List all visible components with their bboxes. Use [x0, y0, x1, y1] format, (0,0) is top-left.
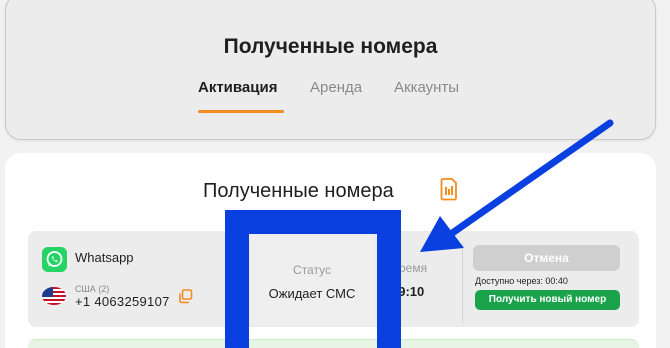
number-row: Whatsapp США (2) +1 4063259107 Статус Ож…	[28, 231, 639, 327]
sim-card-icon[interactable]	[437, 177, 459, 201]
time-value: 19:10	[391, 284, 425, 299]
time-label: Время	[391, 261, 428, 275]
divider	[462, 243, 463, 323]
tab-accounts[interactable]: Аккаунты	[394, 79, 459, 96]
cancel-button[interactable]: Отмена	[473, 245, 620, 271]
us-flag-icon	[42, 287, 66, 305]
tab-rent[interactable]: Аренда	[310, 79, 362, 96]
status-column: Статус Ожидает СМС	[250, 233, 374, 325]
country-label: США (2)	[75, 284, 110, 294]
tab-activation[interactable]: Активация	[198, 79, 277, 96]
status-value: Ожидает СМС	[268, 286, 356, 301]
phone-number[interactable]: +1 4063259107	[75, 294, 170, 309]
active-tab-indicator	[198, 110, 284, 113]
next-row-strip	[28, 339, 639, 348]
divider	[380, 243, 381, 323]
status-label: Статус	[293, 263, 331, 277]
availability-text: Доступно через: 00:40	[475, 276, 568, 286]
get-new-number-button[interactable]: Получить новый номер	[475, 290, 620, 310]
tabs: Активация Аренда Аккаунты	[6, 79, 655, 115]
copy-icon[interactable]	[178, 289, 193, 304]
page-title: Полученные номера	[223, 35, 438, 58]
header-card: Полученные номера Активация Аренда Аккау…	[5, 0, 656, 140]
service-name: Whatsapp	[75, 250, 134, 265]
whatsapp-icon	[42, 247, 67, 272]
numbers-card: Полученные номера Whatsapp США (2) +1 40…	[5, 153, 656, 348]
section-title: Полученные номера	[203, 180, 394, 202]
